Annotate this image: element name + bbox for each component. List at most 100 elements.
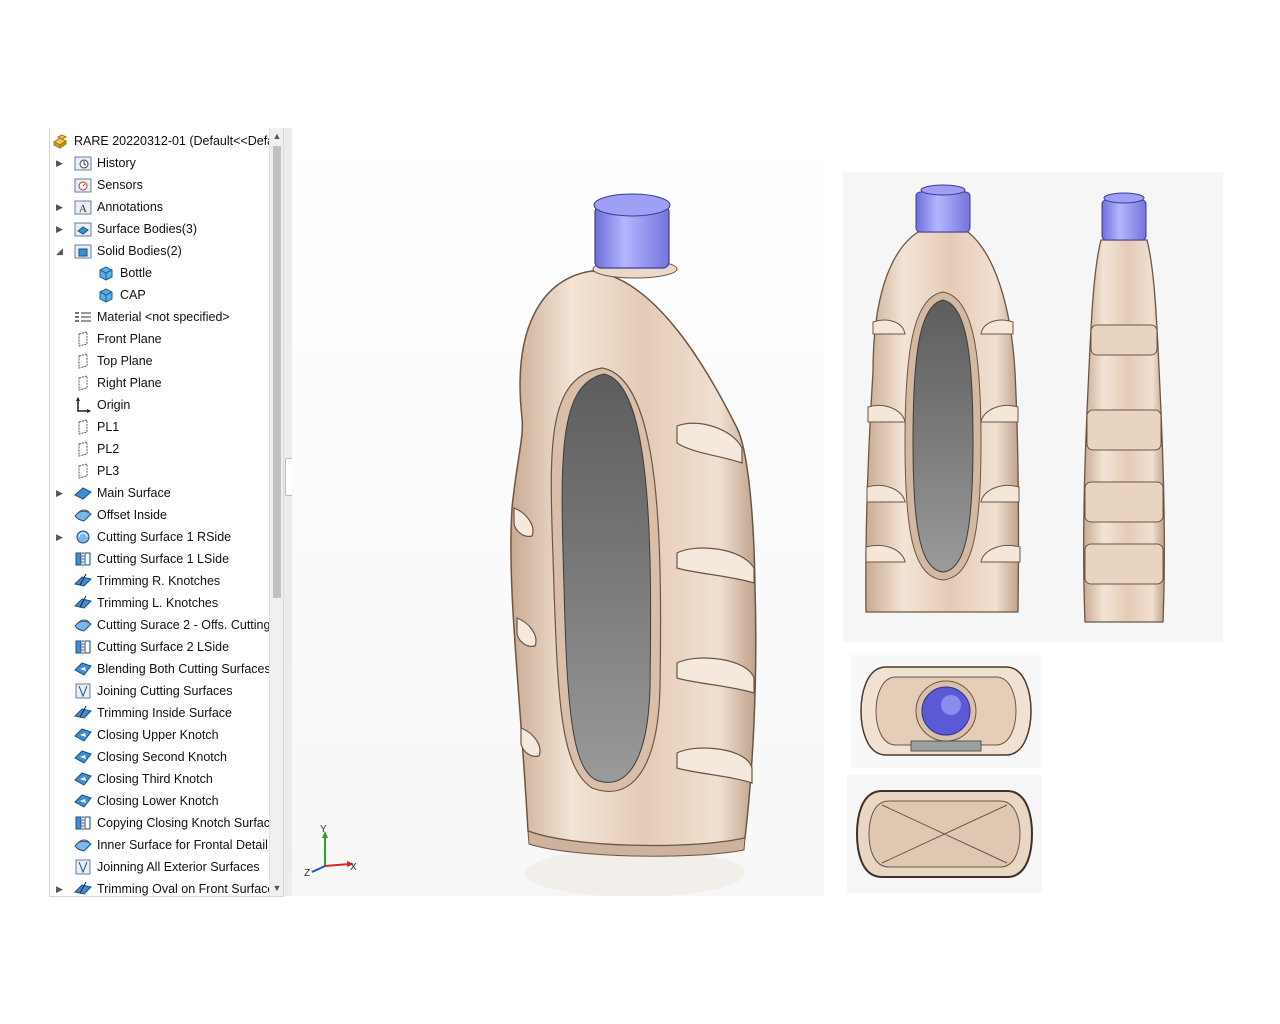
fill-surface-icon xyxy=(74,771,92,787)
tree-item[interactable]: ▶ Cutting Surface 1 RSide xyxy=(50,526,268,548)
tree-item[interactable]: Cutting Surface 2 LSide xyxy=(50,636,268,658)
plane-icon xyxy=(74,419,92,435)
tree-item-label: Trimming L. Knotches xyxy=(97,596,219,610)
mirror-icon xyxy=(74,639,92,655)
svg-text:A: A xyxy=(79,203,87,215)
tree-item-label: History xyxy=(97,156,136,170)
tree-item[interactable]: Joining Cutting Surfaces xyxy=(50,680,268,702)
tree-item[interactable]: Trimming R. Knotches xyxy=(50,570,268,592)
tree-item[interactable]: Inner Surface for Frontal Detail xyxy=(50,834,268,856)
scroll-up-icon[interactable]: ▲ xyxy=(270,128,284,144)
tree-item-label: Cutting Surface 1 RSide xyxy=(97,530,232,544)
plane-icon xyxy=(74,375,92,391)
tree-item[interactable]: Right Plane xyxy=(50,372,268,394)
solid-body-icon xyxy=(97,265,115,281)
surface-feature-icon xyxy=(74,485,92,501)
tree-item-label: Blending Both Cutting Surfaces xyxy=(97,662,271,676)
tree-item-label: Copying Closing Knotch Surface xyxy=(97,816,277,830)
plane-icon xyxy=(74,441,92,457)
fill-surface-icon xyxy=(74,749,92,765)
tree-item[interactable]: ▶ Main Surface xyxy=(50,482,268,504)
expand-arrow-icon[interactable]: ▶ xyxy=(56,482,64,504)
tree-item-label: Closing Third Knotch xyxy=(97,772,213,786)
tree-item-label: Closing Upper Knotch xyxy=(97,728,219,742)
tree-item[interactable]: Closing Upper Knotch xyxy=(50,724,268,746)
solid-bodies-icon xyxy=(74,243,92,259)
tree-item-label: Cutting Surface 2 LSide xyxy=(97,640,230,654)
tree-item[interactable]: PL3 xyxy=(50,460,268,482)
tree-scrollbar[interactable]: ▲ ▼ xyxy=(269,128,284,896)
tree-item-label: Closing Lower Knotch xyxy=(97,794,219,808)
trim-surface-icon xyxy=(74,573,92,589)
tree-item-label: Cutting Surace 2 - Offs. Cutting xyxy=(97,618,271,632)
tree-item-label: Inner Surface for Frontal Detail xyxy=(97,838,268,852)
triad-y-label: Y xyxy=(320,824,327,835)
tree-item[interactable]: CAP xyxy=(50,284,268,306)
offset-surface-icon xyxy=(74,507,92,523)
tree-item[interactable]: Bottle xyxy=(50,262,268,284)
trim-surface-icon xyxy=(74,881,92,896)
offset-surface-icon xyxy=(74,617,92,633)
tree-item-label: Bottle xyxy=(120,266,152,280)
tree-item[interactable]: Sensors xyxy=(50,174,268,196)
panel-splitter[interactable] xyxy=(283,128,293,896)
tree-item-label: Front Plane xyxy=(97,332,162,346)
front-side-views xyxy=(843,172,1223,642)
tree-item[interactable]: Cutting Surface 1 LSide xyxy=(50,548,268,570)
tree-item[interactable]: Trimming Inside Surface xyxy=(50,702,268,724)
fill-surface-icon xyxy=(74,661,92,677)
tree-item-label: Cutting Surface 1 LSide xyxy=(97,552,230,566)
expand-arrow-icon[interactable]: ▶ xyxy=(56,152,64,174)
mirror-icon xyxy=(74,815,92,831)
tree-item[interactable]: ▶ Trimming Oval on Front Surface xyxy=(50,878,274,896)
tree-item[interactable]: Blending Both Cutting Surfaces xyxy=(50,658,271,680)
expand-arrow-icon[interactable]: ▶ xyxy=(56,196,64,218)
tree-item[interactable]: PL2 xyxy=(50,438,268,460)
knit-surface-icon xyxy=(74,859,92,875)
tree-item[interactable]: Trimming L. Knotches xyxy=(50,592,268,614)
tree-item[interactable]: PL1 xyxy=(50,416,268,438)
tree-item[interactable]: ◢ Solid Bodies(2) xyxy=(50,240,268,262)
tree-item-label: Material <not specified> xyxy=(97,310,230,324)
tree-item[interactable]: Copying Closing Knotch Surface xyxy=(50,812,277,834)
tree-item-label: PL2 xyxy=(97,442,120,456)
tree-item-label: Sensors xyxy=(97,178,143,192)
bottle-model-iso[interactable] xyxy=(510,193,757,896)
tree-item-label: Top Plane xyxy=(97,354,153,368)
tree-item[interactable]: Material <not specified> xyxy=(50,306,268,328)
bottom-view xyxy=(847,775,1042,893)
tree-item[interactable]: ▶ A Annotations xyxy=(50,196,268,218)
origin-icon xyxy=(74,397,92,413)
expand-arrow-icon[interactable]: ▶ xyxy=(56,526,64,548)
tree-item[interactable]: Closing Second Knotch xyxy=(50,746,268,768)
part-name: RARE 20220312-01 (Default<<Defau xyxy=(74,134,282,148)
tree-item[interactable]: ▶ History xyxy=(50,152,268,174)
tree-item[interactable]: Origin xyxy=(50,394,268,416)
tree-root[interactable]: RARE 20220312-01 (Default<<Defau xyxy=(50,130,281,152)
revolve-surface-icon xyxy=(74,529,92,545)
plane-icon xyxy=(74,353,92,369)
tree-item[interactable]: ▶ Surface Bodies(3) xyxy=(50,218,268,240)
tree-item[interactable]: Cutting Surace 2 - Offs. Cutting xyxy=(50,614,271,636)
bottle-front-view xyxy=(865,184,1021,613)
view-triad: Y X Z xyxy=(304,824,357,879)
tree-item[interactable]: Top Plane xyxy=(50,350,268,372)
tree-item[interactable]: Offset Inside xyxy=(50,504,268,526)
collapse-arrow-icon[interactable]: ◢ xyxy=(56,240,64,262)
annotations-icon: A xyxy=(74,199,92,215)
feature-manager-tree[interactable]: RARE 20220312-01 (Default<<Defau ▶ Histor… xyxy=(49,128,284,897)
expand-arrow-icon[interactable]: ▶ xyxy=(56,878,64,896)
scroll-thumb[interactable] xyxy=(273,146,281,598)
tree-item[interactable]: Closing Lower Knotch xyxy=(50,790,268,812)
expand-arrow-icon[interactable]: ▶ xyxy=(56,218,64,240)
tree-item[interactable]: Closing Third Knotch xyxy=(50,768,268,790)
bottle-side-view xyxy=(1083,192,1165,623)
tree-item[interactable]: Joinning All Exterior Surfaces xyxy=(50,856,268,878)
tree-item[interactable]: Front Plane xyxy=(50,328,268,350)
scroll-down-icon[interactable]: ▼ xyxy=(270,880,284,896)
tree-item-label: Solid Bodies(2) xyxy=(97,244,182,258)
mirror-icon xyxy=(74,551,92,567)
graphics-area[interactable]: Y X Z xyxy=(292,128,824,896)
material-icon xyxy=(74,309,92,325)
tree-item-label: PL3 xyxy=(97,464,120,478)
